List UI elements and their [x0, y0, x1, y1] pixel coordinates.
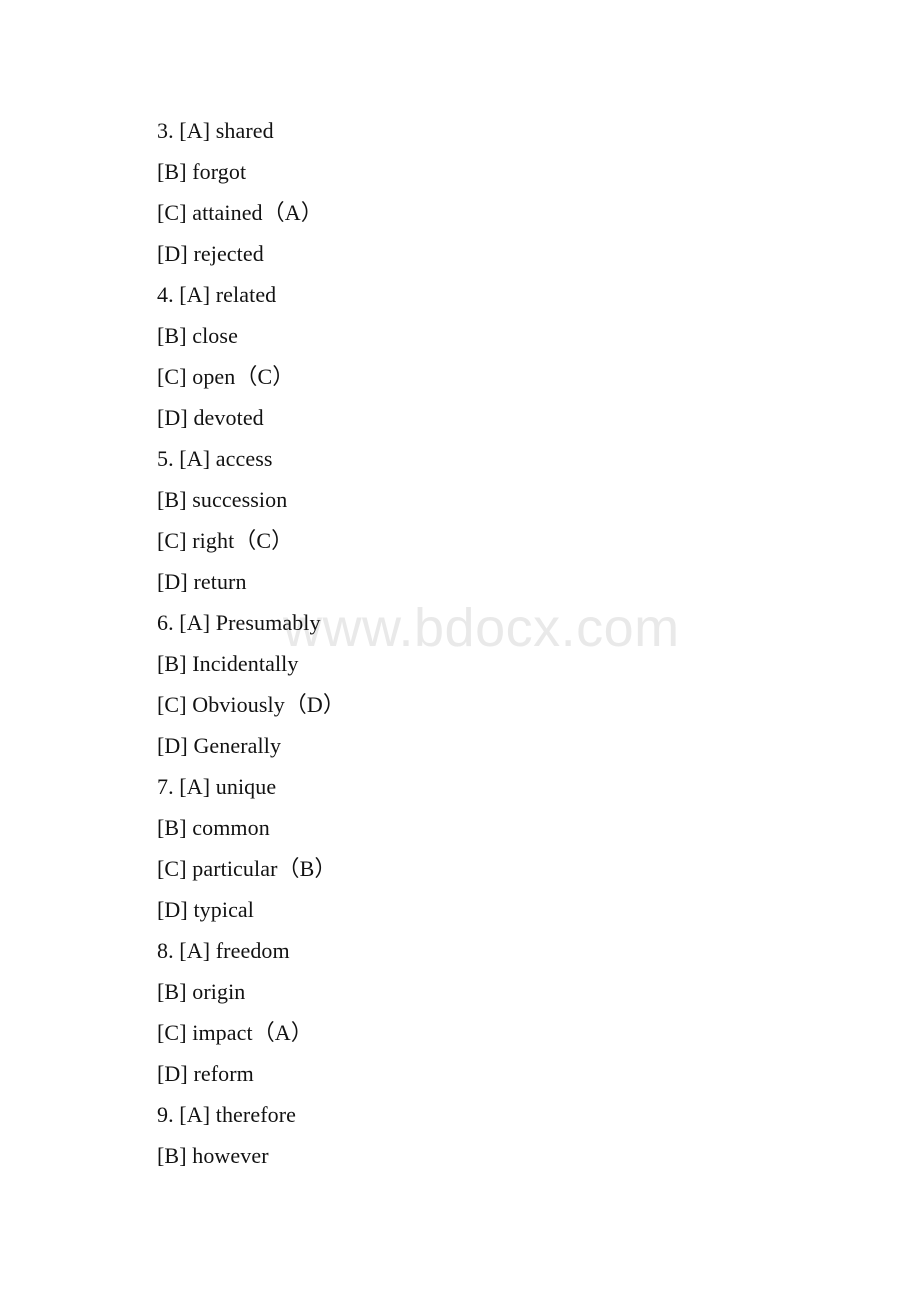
- answer-option-line: 8. [A] freedom: [157, 938, 290, 963]
- answer-option-line: [C] right（C）: [157, 528, 294, 553]
- answer-option-line: 7. [A] unique: [157, 774, 277, 799]
- answer-option-line: [C] Obviously（D）: [157, 692, 345, 717]
- answer-option-line: [B] forgot: [157, 159, 247, 184]
- answer-option-line: [C] particular（B）: [157, 856, 337, 881]
- answer-option-line: [D] typical: [157, 897, 255, 922]
- answer-option-line: [D] Generally: [157, 733, 282, 758]
- answer-option-line: [D] return: [157, 569, 247, 594]
- answer-option-line: [D] rejected: [157, 241, 264, 266]
- answer-option-line: [B] Incidentally: [157, 651, 299, 676]
- answer-option-line: 3. [A] shared: [157, 118, 274, 143]
- answer-option-line: [B] however: [157, 1143, 269, 1168]
- answer-options-list: 3. [A] shared [B] forgot [C] attained（A） [D…: [157, 110, 857, 1176]
- answer-option-line: [B] origin: [157, 979, 246, 1004]
- answer-option-line: [C] attained（A）: [157, 200, 323, 225]
- answer-option-line: [C] impact（A）: [157, 1020, 313, 1045]
- answer-option-line: [B] close: [157, 323, 238, 348]
- document-page: www.bdocx.com 3. [A] shared [B] forgot [C]…: [0, 0, 920, 1302]
- answer-option-line: [B] succession: [157, 487, 288, 512]
- answer-option-line: [C] open（C）: [157, 364, 295, 389]
- answer-option-line: [D] devoted: [157, 405, 264, 430]
- answer-option-line: 6. [A] Presumably: [157, 610, 321, 635]
- answer-option-line: [D] reform: [157, 1061, 254, 1086]
- answer-option-line: 5. [A] access: [157, 446, 273, 471]
- answer-option-line: 4. [A] related: [157, 282, 277, 307]
- answer-option-line: [B] common: [157, 815, 270, 840]
- answer-option-line: 9. [A] therefore: [157, 1102, 297, 1127]
